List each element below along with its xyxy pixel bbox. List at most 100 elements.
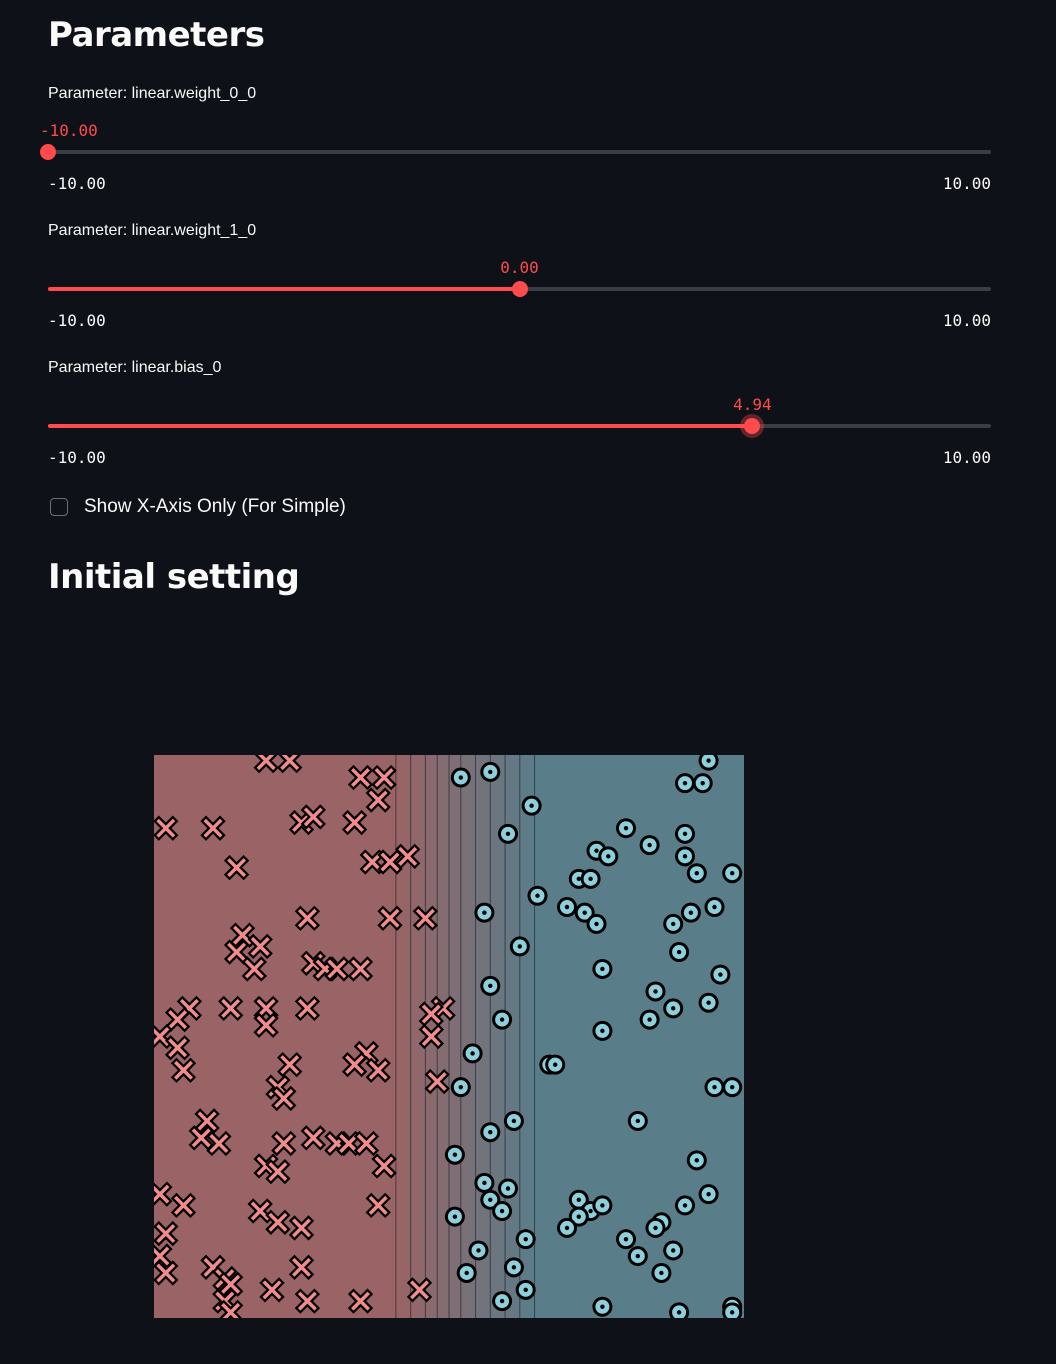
slider-min-label: -10.00 [48, 174, 106, 193]
o-marker [450, 767, 471, 788]
o-marker [480, 975, 501, 996]
o-marker [492, 1009, 513, 1030]
x-marker [294, 1288, 321, 1314]
o-marker [462, 1043, 483, 1064]
x-marker [170, 1192, 197, 1219]
x-marker [218, 1271, 244, 1297]
slider-thumb[interactable] [744, 418, 761, 434]
x-marker [277, 1051, 303, 1078]
x-marker [347, 1288, 374, 1314]
o-marker [680, 902, 701, 923]
x-marker [347, 764, 374, 791]
o-marker [698, 1184, 719, 1205]
o-marker [557, 1217, 577, 1238]
o-marker [627, 1246, 648, 1267]
o-marker [592, 958, 613, 979]
o-marker [557, 897, 577, 918]
o-marker [592, 1020, 613, 1041]
slider-max-label: 10.00 [942, 311, 991, 330]
x-marker [154, 1260, 179, 1286]
x-marker [154, 1181, 173, 1207]
checkbox-label: Show X-Axis Only (For Simple) [84, 496, 346, 517]
slider-thumb[interactable] [40, 144, 56, 160]
slider-track[interactable] [48, 150, 991, 154]
x-marker [359, 849, 385, 875]
o-marker [627, 1110, 648, 1131]
o-marker [616, 818, 636, 839]
x-marker [347, 956, 374, 982]
slider-bias-0[interactable]: 4.94 -10.00 10.00 [48, 370, 991, 467]
o-marker [515, 1229, 536, 1250]
o-marker [686, 1150, 707, 1171]
x-marker [365, 787, 391, 813]
x-marker [253, 1012, 279, 1038]
o-marker [669, 942, 690, 963]
x-marker [154, 1243, 173, 1269]
x-marker [300, 1125, 326, 1151]
o-marker [456, 1262, 477, 1283]
o-marker [474, 902, 495, 923]
o-marker [592, 1296, 613, 1317]
x-marker [194, 1108, 220, 1134]
show-x-axis-only-checkbox[interactable]: Show X-Axis Only (For Simple) [50, 494, 346, 520]
slider-weight-1-0[interactable]: 0.00 -10.00 10.00 [48, 233, 991, 330]
o-marker [492, 1201, 513, 1222]
o-marker [645, 1217, 666, 1238]
o-marker [480, 761, 501, 782]
o-marker [498, 823, 518, 844]
x-marker [206, 1130, 232, 1157]
decision-boundary-plot [154, 755, 744, 1318]
o-marker [722, 863, 743, 884]
slider-min-label: -10.00 [48, 311, 106, 330]
slider-thumb[interactable] [511, 281, 528, 297]
o-marker [468, 1240, 489, 1261]
o-marker [509, 936, 530, 957]
x-marker [271, 1130, 297, 1157]
x-marker [424, 1068, 450, 1095]
slider-weight-0-0[interactable]: -10.00 -10.00 10.00 [40, 96, 991, 193]
o-marker [645, 981, 666, 1002]
o-marker [675, 1195, 695, 1216]
o-marker [704, 897, 725, 918]
x-marker [223, 939, 250, 965]
x-marker [200, 815, 226, 841]
o-marker [503, 1257, 524, 1278]
checkbox-box[interactable] [50, 498, 68, 516]
initial-setting-heading: Initial setting [48, 557, 300, 597]
x-marker [164, 1035, 191, 1061]
x-marker [365, 1192, 391, 1219]
slider-min-label: -10.00 [48, 448, 106, 467]
o-marker [675, 773, 695, 794]
x-marker [164, 1006, 191, 1033]
x-marker [377, 905, 403, 931]
x-marker [229, 922, 256, 948]
x-marker [377, 849, 403, 875]
x-marker [154, 815, 179, 841]
x-marker [247, 1198, 273, 1224]
slider-fill [48, 424, 753, 428]
x-marker [353, 1130, 380, 1157]
o-marker [663, 1240, 684, 1261]
x-marker [294, 995, 321, 1022]
o-marker [521, 795, 542, 816]
slider-max-label: 10.00 [942, 174, 991, 193]
o-marker [616, 1229, 636, 1250]
o-marker [545, 1054, 566, 1075]
slider-fill [48, 287, 520, 291]
o-marker [586, 913, 607, 934]
x-marker [300, 804, 326, 830]
x-marker [288, 1215, 315, 1241]
o-marker [639, 835, 660, 856]
o-marker [698, 992, 719, 1013]
o-marker [444, 1144, 465, 1165]
x-marker [412, 905, 439, 931]
o-marker [480, 1122, 501, 1143]
x-marker [265, 1209, 291, 1235]
x-marker [336, 1130, 362, 1157]
x-marker [154, 1023, 173, 1050]
x-marker [324, 956, 350, 982]
x-marker [154, 1220, 179, 1247]
x-marker [253, 755, 279, 774]
slider-value: 0.00 [500, 258, 539, 277]
parameters-heading: Parameters [48, 15, 265, 55]
